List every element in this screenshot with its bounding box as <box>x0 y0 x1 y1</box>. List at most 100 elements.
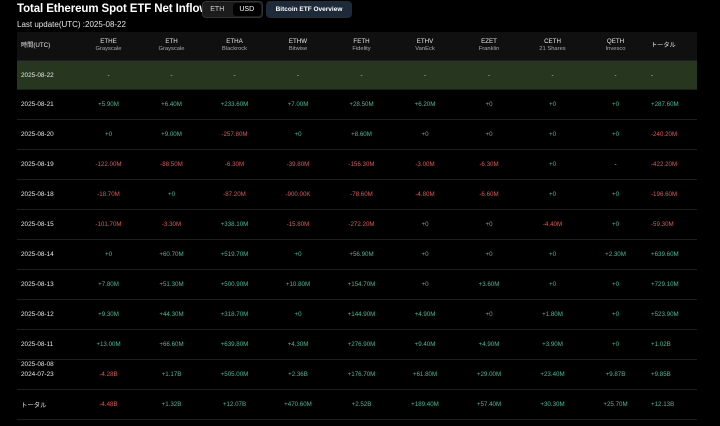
table-row: 2025-08-18 -18.70M +0 -87.20M -900.00K -78.60… <box>17 180 697 210</box>
flow-cell: +0 <box>548 251 557 258</box>
column-issuer: Blackrock <box>221 46 248 53</box>
flow-cell: +57.40M <box>476 401 502 408</box>
flow-cell: +154.70M <box>347 281 376 288</box>
table-row: 2025-08-12 +9.30M +44.30M +318.70M +0 +144.90… <box>17 300 697 330</box>
column-header-etha: ETHA Blackrock <box>203 32 266 60</box>
flow-cell: +0 <box>294 131 302 138</box>
toggle-usd-button[interactable]: USD <box>232 3 261 16</box>
flow-cell: - <box>296 71 300 79</box>
flow-cell: +5.90M <box>98 101 119 108</box>
column-issuer: VanEck <box>415 46 435 53</box>
flow-cell: +8.60M <box>351 131 372 138</box>
column-header-qeth: QETH Invesco <box>584 32 647 60</box>
table-row: 2025-08-22 - - - - - - - - - - <box>17 61 697 90</box>
flow-cell: +30.30M <box>540 401 565 408</box>
flow-cell: -18.70M <box>97 191 120 198</box>
flow-cell: +9.00M <box>161 131 182 138</box>
table-header-row: 時間(UTC) ETHE Grayscale ETH Grayscale ETHA Bla… <box>17 32 697 61</box>
flow-cell: +0 <box>611 341 620 348</box>
flow-cell: -39.80M <box>286 161 310 168</box>
row-date: 2025-08-15 <box>21 221 54 228</box>
row-total: +287.60M <box>651 101 679 108</box>
bitcoin-etf-overview-button[interactable]: Bitcoin ETF Overview <box>266 1 352 18</box>
flow-cell: +51.30M <box>159 281 184 288</box>
flow-cell: -78.60M <box>350 191 373 198</box>
column-symbol: ETH <box>165 37 178 45</box>
row-total: - <box>651 71 654 79</box>
flow-cell: +0 <box>548 131 557 138</box>
column-header-ceth: CETH 21 Shares <box>521 32 584 60</box>
flow-cell: +2.52B <box>351 401 372 408</box>
flow-cell: +470.60M <box>284 401 312 408</box>
flow-cell: -3.30M <box>161 221 182 228</box>
flow-cell: +519.70M <box>220 251 249 258</box>
flow-cell: - <box>614 71 617 79</box>
flow-cell: +0 <box>421 281 429 288</box>
flow-cell: +1.17B <box>161 371 182 378</box>
etf-flow-table: 時間(UTC) ETHE Grayscale ETH Grayscale ETHA Bla… <box>17 32 697 420</box>
row-date: 2025-08-19 <box>21 161 54 168</box>
flow-cell: +0 <box>485 311 493 318</box>
row-total: -196.60M <box>651 191 678 198</box>
column-issuer: Fidelity <box>352 46 371 53</box>
row-total: +9.85B <box>651 371 671 378</box>
flow-cell: +0 <box>548 161 557 168</box>
flow-cell: +9.40M <box>414 341 436 348</box>
row-date: 2025-08-13 <box>21 281 54 288</box>
row-total: +12.13B <box>651 401 675 408</box>
flow-cell: +9.30M <box>98 311 119 318</box>
flow-cell: +28.50M <box>349 101 374 108</box>
flow-cell: -88.50M <box>160 161 183 168</box>
flow-cell: +276.90M <box>347 341 376 348</box>
row-total: -240.20M <box>651 131 678 138</box>
flow-cell: +318.70M <box>220 311 249 318</box>
flow-cell: +0 <box>611 131 620 138</box>
flow-cell: - <box>423 71 427 79</box>
flow-cell: -4.48B <box>99 401 118 408</box>
row-date: トータル <box>21 402 47 409</box>
flow-cell: - <box>233 71 236 79</box>
row-total: -422.20M <box>651 161 678 168</box>
flow-cell: +6.20M <box>414 101 436 108</box>
flow-cell: - <box>551 71 554 79</box>
flow-cell: -156.30M <box>348 161 375 168</box>
column-symbol: ETHW <box>288 37 308 45</box>
flow-cell: +4.90M <box>478 341 500 348</box>
flow-cell: -6.30M <box>479 161 499 168</box>
row-total: +639.60M <box>651 251 679 258</box>
flow-cell: - <box>170 71 173 79</box>
column-symbol: ETHE <box>100 37 117 45</box>
column-header-ethe: ETHE Grayscale <box>77 32 140 60</box>
flow-cell: +176.70M <box>347 371 376 378</box>
flow-cell: +0 <box>611 281 620 288</box>
flow-cell: +0 <box>104 131 113 138</box>
row-date: 2025-08-12 <box>21 311 54 318</box>
flow-cell: +10.80M <box>285 281 311 288</box>
flow-cell: +0 <box>548 281 557 288</box>
flow-cell: +0 <box>485 251 493 258</box>
flow-cell: -4.40M <box>542 221 563 228</box>
unit-toggle[interactable]: ETH USD <box>202 1 263 18</box>
flow-cell: -6.60M <box>479 191 499 198</box>
flow-cell: +29.00M <box>476 371 502 378</box>
flow-cell: +9.87B <box>605 371 626 378</box>
column-symbol: CETH <box>544 37 561 45</box>
flow-cell: -4.80M <box>415 191 435 198</box>
flow-cell: +7.00M <box>287 101 309 108</box>
row-total: +729.10M <box>651 281 679 288</box>
flow-cell: +0 <box>485 101 493 108</box>
flow-cell: - <box>107 71 110 79</box>
row-date: 2025-08-20 <box>21 131 54 138</box>
flow-cell: +0 <box>611 101 620 108</box>
flow-cell: +0 <box>104 251 113 258</box>
flow-cell: +0 <box>548 101 557 108</box>
toggle-eth-button[interactable]: ETH <box>203 2 232 17</box>
flow-cell: +338.10M <box>220 221 249 228</box>
flow-cell: +189.40M <box>411 401 439 408</box>
column-symbol: ETHV <box>416 37 434 45</box>
flow-cell: - <box>360 71 363 79</box>
flow-cell: +44.30M <box>159 311 184 318</box>
column-header-ethv: ETHV VanEck <box>393 32 457 60</box>
flow-cell: -87.20M <box>223 191 246 198</box>
flow-cell: +12.07B <box>222 401 247 408</box>
